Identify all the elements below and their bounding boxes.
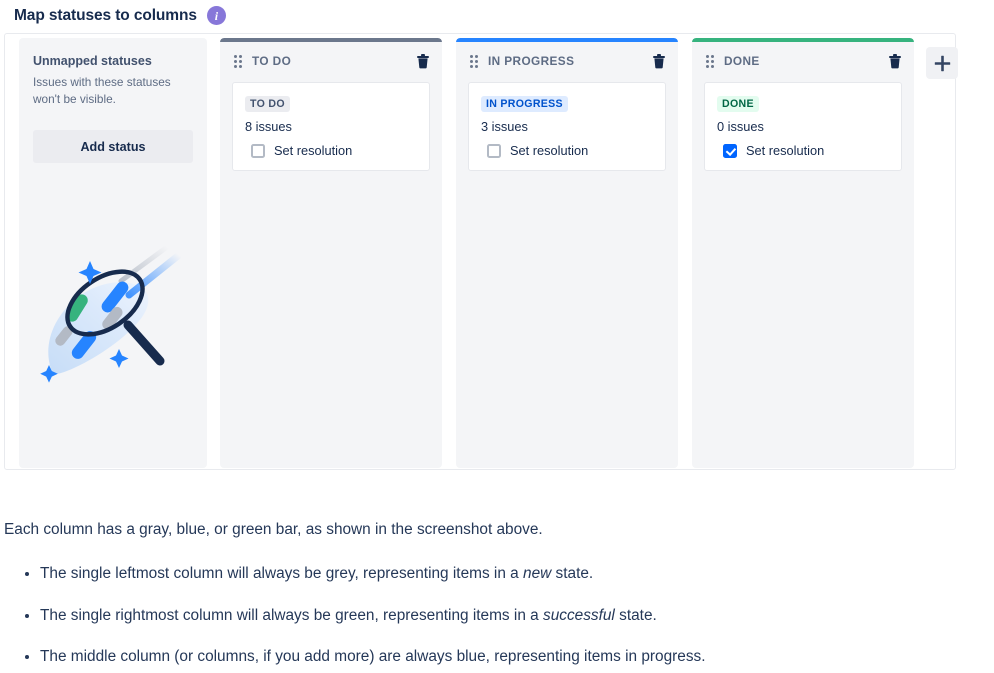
bullet-text-before: The single leftmost column will always b… — [40, 565, 523, 582]
map-statuses-screenshot: Map statuses to columns i Unmapped statu… — [0, 0, 994, 470]
column-name-done: DONE — [724, 54, 888, 68]
mapped-columns-area: TO DO TO DO 8 issues Set resoluti — [220, 38, 914, 468]
add-column-button[interactable] — [926, 47, 958, 79]
board-column-in-progress: IN PROGRESS IN PROGRESS 3 issues — [456, 38, 678, 468]
drag-handle-icon[interactable] — [234, 55, 242, 68]
set-resolution-row[interactable]: Set resolution — [717, 143, 889, 158]
page-title: Map statuses to columns — [14, 7, 197, 25]
article-body: Each column has a gray, blue, or green b… — [0, 470, 994, 668]
list-item: The single rightmost column will always … — [40, 605, 994, 627]
bullet-text-after: state. — [551, 565, 593, 582]
board-column-done: DONE DONE 0 issues Set resolution — [692, 38, 914, 468]
intro-paragraph: Each column has a gray, blue, or green b… — [4, 519, 994, 541]
trash-icon[interactable] — [652, 53, 666, 69]
board-frame: Unmapped statuses Issues with these stat… — [4, 33, 956, 470]
status-card-done: DONE 0 issues Set resolution — [704, 82, 902, 171]
bullet-text-after: state. — [615, 607, 657, 624]
column-header-done: DONE — [692, 42, 914, 80]
issue-count: 8 issues — [245, 119, 417, 134]
status-badge: IN PROGRESS — [481, 96, 568, 112]
issue-count: 3 issues — [481, 119, 653, 134]
issue-count: 0 issues — [717, 119, 889, 134]
drag-handle-icon[interactable] — [706, 55, 714, 68]
set-resolution-label: Set resolution — [510, 143, 588, 158]
set-resolution-checkbox[interactable] — [487, 144, 501, 158]
status-card-in-progress: IN PROGRESS 3 issues Set resolution — [468, 82, 666, 171]
set-resolution-label: Set resolution — [274, 143, 352, 158]
status-card-todo: TO DO 8 issues Set resolution — [232, 82, 430, 171]
bullet-text-before: The middle column (or columns, if you ad… — [40, 648, 706, 665]
set-resolution-checkbox[interactable] — [723, 144, 737, 158]
set-resolution-label: Set resolution — [746, 143, 824, 158]
bullet-text-emphasis: new — [523, 565, 551, 582]
column-name-in-progress: IN PROGRESS — [488, 54, 652, 68]
board-column-todo: TO DO TO DO 8 issues Set resoluti — [220, 38, 442, 468]
bullet-text-before: The single rightmost column will always … — [40, 607, 543, 624]
empty-state-illustration — [33, 241, 193, 391]
plus-icon — [934, 55, 951, 72]
list-item: The middle column (or columns, if you ad… — [40, 646, 994, 668]
column-header-in-progress: IN PROGRESS — [456, 42, 678, 80]
trash-icon[interactable] — [888, 53, 902, 69]
status-badge: TO DO — [245, 96, 290, 112]
column-name-todo: TO DO — [252, 54, 416, 68]
drag-handle-icon[interactable] — [470, 55, 478, 68]
set-resolution-row[interactable]: Set resolution — [481, 143, 653, 158]
unmapped-statuses-title: Unmapped statuses — [33, 54, 193, 68]
trash-icon[interactable] — [416, 53, 430, 69]
magnifying-glass-illustration — [33, 241, 193, 391]
list-item: The single leftmost column will always b… — [40, 563, 994, 585]
info-icon[interactable]: i — [207, 6, 226, 25]
add-status-button[interactable]: Add status — [33, 130, 193, 163]
bullet-list: The single leftmost column will always b… — [4, 563, 994, 668]
set-resolution-row[interactable]: Set resolution — [245, 143, 417, 158]
board-title-row: Map statuses to columns i — [0, 0, 994, 33]
unmapped-statuses-column: Unmapped statuses Issues with these stat… — [19, 38, 207, 468]
status-badge: DONE — [717, 96, 759, 112]
set-resolution-checkbox[interactable] — [251, 144, 265, 158]
bullet-text-emphasis: successful — [543, 607, 615, 624]
unmapped-statuses-description: Issues with these statuses won't be visi… — [33, 74, 193, 108]
column-header-todo: TO DO — [220, 42, 442, 80]
